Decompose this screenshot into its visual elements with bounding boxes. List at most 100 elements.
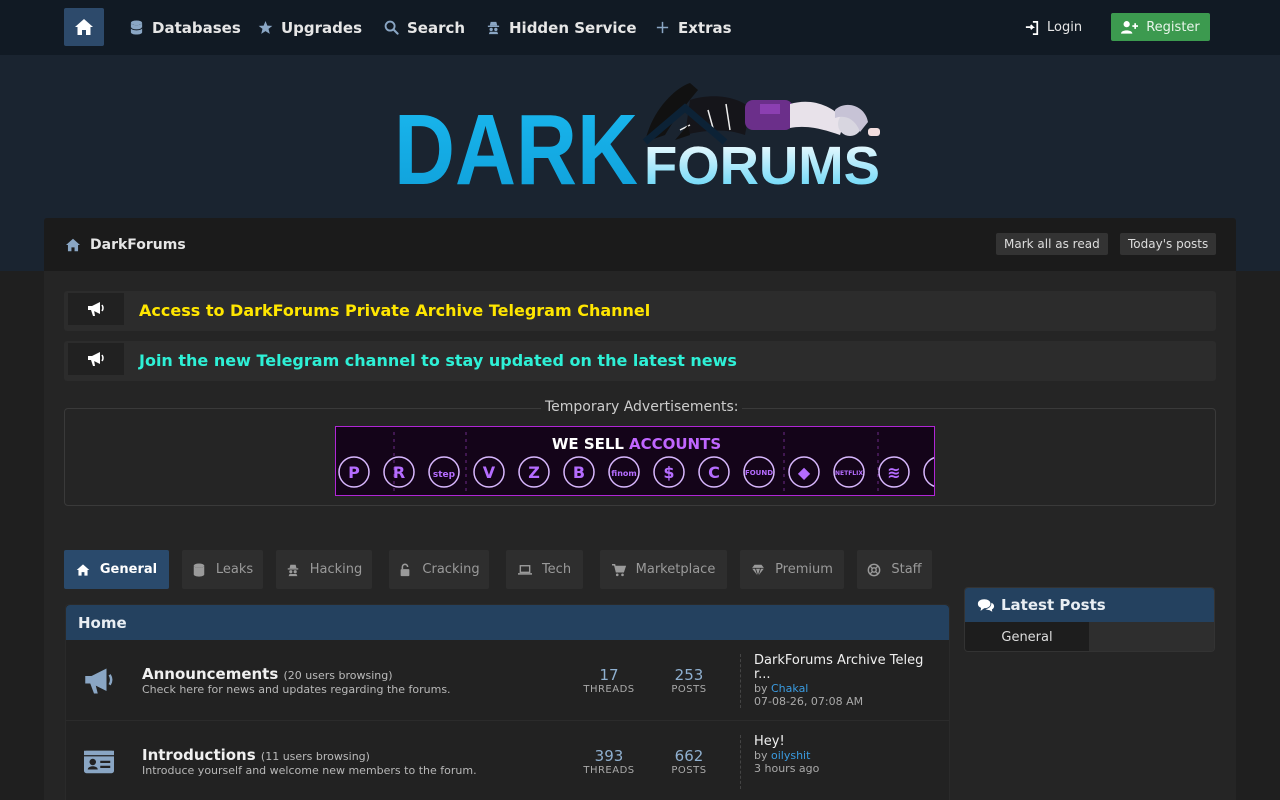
todays-posts-button[interactable]: Today's posts (1120, 233, 1217, 255)
main-container: DarkForums Mark all as read Today's post… (44, 218, 1236, 800)
home-icon (76, 563, 90, 576)
tab-general[interactable]: General (64, 550, 169, 589)
last-post-time: 3 hours ago (754, 762, 820, 775)
tab-general-label: General (99, 562, 158, 577)
tab-leaks-label: Leaks (215, 562, 254, 577)
last-post-title[interactable]: DarkForums Archive Teleg r... (754, 654, 930, 682)
tab-cracking[interactable]: Cracking (389, 550, 489, 589)
star-icon (258, 20, 273, 34)
register-label: Register (1146, 19, 1200, 35)
svg-text:≋: ≋ (887, 463, 900, 482)
forum-section-title[interactable]: Home (66, 605, 949, 640)
forum-row[interactable]: Announcements (20 users browsing) Check … (66, 640, 949, 721)
nav-hidden-service[interactable]: Hidden Service (486, 0, 637, 55)
forum-threads-stat: 17 THREADS (574, 666, 644, 695)
last-post-title[interactable]: Hey! (754, 735, 930, 749)
megaphone-icon (85, 668, 113, 694)
latest-posts-panel: Latest Posts General (964, 587, 1215, 652)
ad-banner-text-2: ACCOUNTS (629, 435, 721, 453)
home-button[interactable] (64, 8, 104, 46)
login-button[interactable]: Login (1025, 0, 1082, 55)
latest-posts-title: Latest Posts (1001, 596, 1106, 614)
cart-icon (611, 563, 626, 576)
tab-marketplace[interactable]: Marketplace (600, 550, 727, 589)
announcement-text: Join the new Telegram channel to stay up… (139, 350, 737, 370)
svg-text:V: V (483, 463, 496, 482)
forum-name[interactable]: Introductions (142, 746, 256, 764)
last-post-username[interactable]: oilyshit (771, 749, 810, 762)
tab-marketplace-label: Marketplace (635, 562, 716, 577)
threads-count: 393 (594, 747, 624, 765)
top-navigation: Databases Upgrades Search Hidden Service… (0, 0, 1280, 55)
svg-text:P: P (348, 463, 360, 482)
svg-text:C: C (708, 463, 720, 482)
nav-extras-label: Extras (678, 18, 732, 37)
last-post-by-prefix: by (754, 749, 768, 762)
tab-hacking-label: Hacking (309, 562, 363, 577)
posts-count: 662 (674, 747, 704, 765)
svg-text:$: $ (663, 463, 674, 482)
login-label: Login (1047, 20, 1083, 35)
logo-word-forums: FORUMS (644, 136, 880, 195)
forum-title[interactable]: Announcements (20 users browsing) (142, 665, 393, 683)
forum-section: Home Announcements (20 users browsing) C… (65, 604, 950, 800)
nav-databases[interactable]: Databases (129, 0, 241, 55)
nav-search[interactable]: Search (384, 0, 465, 55)
announcement-bar[interactable]: Join the new Telegram channel to stay up… (64, 341, 1216, 381)
nav-search-label: Search (407, 18, 466, 37)
database-icon (130, 20, 143, 35)
forum-title[interactable]: Introductions (11 users browsing) (142, 746, 370, 764)
forum-browsing-count: (11 users browsing) (260, 750, 370, 763)
nav-extras[interactable]: Extras (655, 0, 732, 55)
last-post: DarkForums Archive Teleg r... by Chakal … (740, 654, 930, 708)
breadcrumb-bar: DarkForums Mark all as read Today's post… (44, 218, 1236, 271)
forum-description: Check here for news and updates regardin… (142, 683, 451, 696)
last-post: Hey! by oilyshit 3 hours ago (740, 735, 930, 789)
announcement-text: Access to DarkForums Private Archive Tel… (139, 300, 651, 320)
latest-posts-tab-general[interactable]: General (965, 622, 1089, 651)
advertisements-box: Temporary Advertisements: WE SELL ACCOUN… (64, 399, 1216, 506)
posts-count: 253 (674, 666, 704, 684)
darkforums-logo[interactable]: DARK FORUMS (390, 80, 890, 195)
comments-icon (977, 598, 995, 612)
svg-text:step: step (433, 470, 456, 480)
megaphone-icon (68, 343, 124, 375)
last-post-username[interactable]: Chakal (771, 682, 808, 695)
search-icon (384, 20, 399, 35)
announcement-bar[interactable]: Access to DarkForums Private Archive Tel… (64, 291, 1216, 331)
svg-text:R: R (393, 463, 405, 482)
threads-label: THREADS (583, 765, 635, 776)
ad-banner[interactable]: WE SELL ACCOUNTS P Rstep V Z B finom $ C FOUN… (335, 426, 935, 496)
forum-row[interactable]: Introductions (11 users browsing) Introd… (66, 721, 949, 800)
breadcrumb[interactable]: DarkForums (65, 218, 186, 271)
forum-name[interactable]: Announcements (142, 665, 278, 683)
login-icon (1025, 20, 1039, 35)
gem-icon (751, 564, 765, 577)
laptop-icon (517, 564, 532, 575)
unlock-icon (401, 563, 410, 576)
svg-text:B: B (573, 463, 585, 482)
threads-label: THREADS (583, 684, 635, 695)
tab-tech[interactable]: Tech (506, 550, 583, 589)
posts-label: POSTS (671, 765, 707, 776)
tab-premium[interactable]: Premium (740, 550, 844, 589)
hacker-icon (287, 564, 298, 576)
tab-staff[interactable]: Staff (857, 550, 932, 589)
home-icon (75, 19, 93, 35)
register-button[interactable]: Register (1111, 13, 1210, 41)
svg-text:Z: Z (528, 463, 540, 482)
nav-upgrades[interactable]: Upgrades (258, 0, 362, 55)
support-icon (867, 563, 881, 576)
hidden-service-icon (487, 21, 500, 35)
advertisements-legend: Temporary Advertisements: (541, 399, 743, 415)
forum-posts-stat: 662 POSTS (654, 747, 724, 776)
last-post-author: by Chakal (754, 682, 930, 695)
tab-leaks[interactable]: Leaks (182, 550, 263, 589)
tab-hacking[interactable]: Hacking (276, 550, 372, 589)
nav-hidden-service-label: Hidden Service (509, 18, 637, 37)
mark-all-read-button[interactable]: Mark all as read (996, 233, 1108, 255)
svg-text:FOUND: FOUND (745, 469, 773, 477)
posts-label: POSTS (671, 684, 707, 695)
tab-cracking-label: Cracking (422, 562, 480, 577)
megaphone-icon (68, 293, 124, 325)
